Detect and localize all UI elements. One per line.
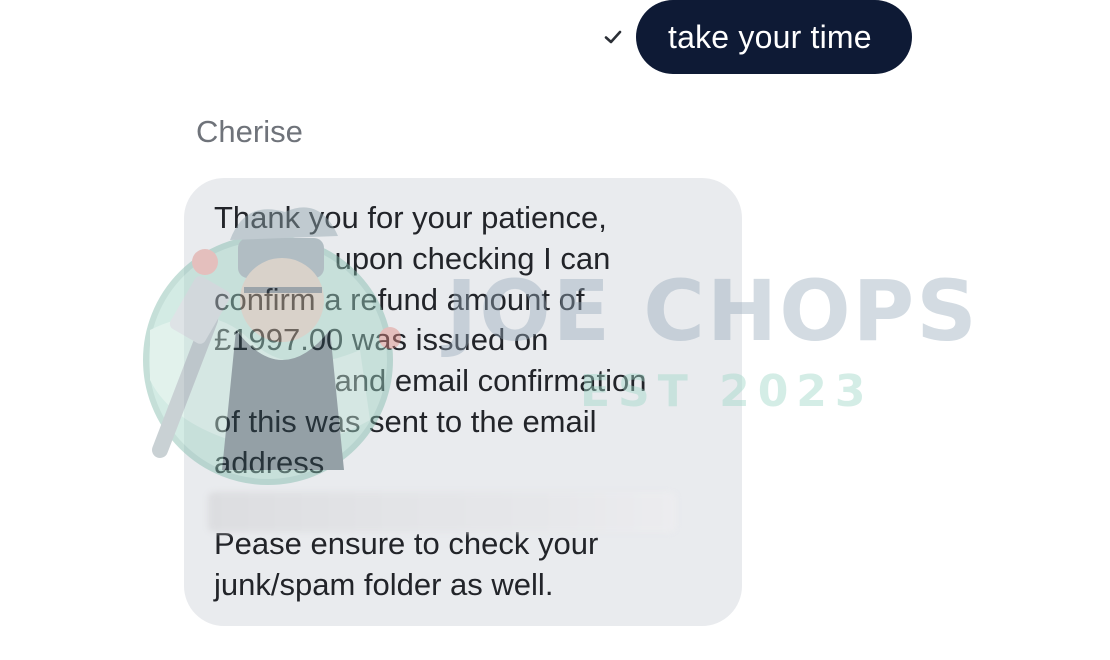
message-line: confirm a refund amount of xyxy=(214,281,585,317)
chat-conversation: take your time Cherise Thank you for you… xyxy=(0,0,1110,660)
message-line: £1997.00 was issued on xyxy=(214,322,549,358)
check-icon xyxy=(600,24,626,50)
sender-name: Cherise xyxy=(196,114,303,149)
message-line: Thank you for your patience, xyxy=(214,200,607,235)
message-line: and email confirmation xyxy=(214,363,647,399)
message-line: upon checking I can xyxy=(214,240,611,276)
message-line: junk/spam folder as well. xyxy=(214,567,554,603)
outgoing-message-row: take your time xyxy=(600,0,912,74)
incoming-message-bubble[interactable]: Thank you for your patience, upon checki… xyxy=(184,178,742,626)
redacted-email-address xyxy=(208,492,676,532)
message-line: of this was sent to the email xyxy=(214,403,597,439)
outgoing-message-bubble[interactable]: take your time xyxy=(636,0,912,74)
message-line: address xyxy=(214,444,325,480)
